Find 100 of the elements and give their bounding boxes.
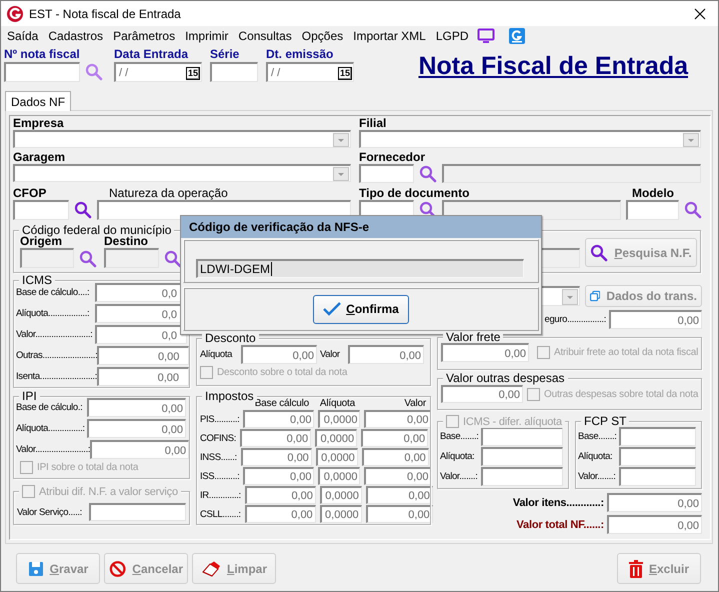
input-field[interactable]: 0,00 — [87, 398, 186, 417]
field-label: Filial — [359, 117, 388, 130]
search-icon[interactable] — [419, 164, 437, 182]
menu-item[interactable]: Importar XML — [348, 29, 431, 43]
field-label: Alíquota — [200, 349, 234, 360]
dialog-title: Código de verificação da NFS-e — [181, 216, 541, 238]
input-field[interactable] — [89, 503, 186, 521]
checkbox-label: Atribuir frete ao total da nota fiscal — [554, 347, 698, 358]
input-field[interactable]: 0,00 — [348, 345, 424, 364]
field-label: Alíquota: — [440, 451, 476, 462]
input-field[interactable]: 0,00 — [240, 429, 312, 447]
page-title: Nota Fiscal de Entrada — [418, 52, 688, 81]
input-field[interactable]: 0,0000 — [320, 505, 362, 523]
input-field[interactable]: 0,0000 — [318, 410, 360, 428]
input-field[interactable] — [442, 164, 701, 183]
search-icon[interactable] — [74, 201, 92, 219]
field-label: Origem — [20, 235, 64, 248]
input-field[interactable] — [626, 200, 679, 220]
input-field[interactable]: 0,00 — [441, 385, 523, 403]
input-field[interactable]: 0,00 — [87, 419, 186, 438]
input-field[interactable]: 0,00 — [441, 343, 529, 362]
dropdown[interactable] — [13, 130, 351, 148]
group-title: ICMS — [22, 274, 52, 286]
menu-item[interactable]: Cadastros — [43, 29, 108, 43]
input-field[interactable]: 0,00 — [90, 440, 190, 459]
input-field[interactable]: LDWI-DGEM — [196, 259, 524, 278]
search-icon[interactable] — [590, 244, 608, 262]
group-title: Código federal do município — [22, 224, 172, 236]
dropdown[interactable] — [13, 164, 351, 182]
confirm-button[interactable]: Confirma — [313, 294, 409, 324]
input-field[interactable] — [481, 467, 563, 486]
menu-item[interactable]: Parâmetros — [108, 29, 180, 43]
checkbox-label: IPI sobre o total da nota — [37, 462, 138, 473]
field-label: Natureza da operação — [109, 187, 228, 200]
input-field[interactable]: 0,00 — [240, 448, 312, 466]
field-label: ISS..........: — [200, 470, 240, 482]
total-label: Valor total NF......: — [516, 518, 604, 530]
input-field[interactable] — [210, 62, 258, 82]
calendar-icon[interactable]: 15 — [338, 66, 352, 80]
transport-data-button[interactable]: Dados do trans. — [585, 285, 702, 307]
field-label: Valor.......................: — [16, 444, 90, 455]
search-icon[interactable] — [79, 250, 97, 268]
menu-item[interactable]: Saída — [2, 29, 44, 43]
input-field[interactable]: 0,0 — [95, 325, 187, 344]
field-label: Base.......: — [578, 431, 618, 442]
input-field[interactable]: 0,00 — [607, 493, 702, 512]
field-label: Nº nota fiscal — [4, 47, 81, 62]
field-label: Empresa — [13, 117, 65, 130]
input-field[interactable]: 0,00 — [243, 410, 314, 428]
tab[interactable]: Dados NF — [5, 91, 72, 111]
input-field[interactable]: / / 15 — [114, 62, 202, 82]
input-field[interactable]: 0,00 — [609, 310, 702, 329]
input-field[interactable] — [359, 164, 414, 183]
input-field[interactable] — [619, 427, 696, 446]
monitor-icon[interactable] — [476, 28, 495, 44]
input-field[interactable] — [13, 200, 69, 220]
search-button[interactable]: Pesquisa N.F. — [585, 238, 697, 267]
input-field[interactable]: 0,00 — [97, 367, 190, 386]
input-field[interactable] — [4, 62, 80, 82]
input-field[interactable]: 0,00 — [366, 486, 433, 504]
input-field[interactable]: 0,00 — [97, 346, 190, 365]
search-icon[interactable] — [164, 250, 182, 268]
input-field[interactable]: 0,00 — [366, 505, 433, 523]
input-field[interactable]: / / 15 — [266, 62, 354, 82]
calendar-icon[interactable]: 15 — [186, 66, 200, 80]
app-logo-icon[interactable] — [508, 28, 525, 44]
input-field[interactable]: 0,0000 — [316, 448, 358, 466]
field-label: Valor.......: — [578, 471, 617, 482]
input-field[interactable] — [20, 248, 74, 268]
input-field[interactable]: 0,0000 — [315, 429, 358, 447]
input-field[interactable] — [104, 248, 159, 268]
menu-item[interactable]: Consultas — [233, 29, 297, 43]
input-field[interactable]: 0,00 — [244, 486, 316, 504]
menu-item[interactable]: Opções — [296, 29, 348, 43]
input-field[interactable] — [481, 427, 563, 446]
input-field[interactable]: 0,00 — [364, 467, 432, 485]
input-field[interactable] — [481, 447, 563, 466]
search-icon[interactable] — [684, 201, 702, 219]
field-label: Outras.......................: — [16, 350, 98, 361]
input-field[interactable]: 0,0000 — [320, 486, 362, 504]
input-field[interactable]: 0,00 — [241, 345, 317, 364]
field-label: Alíquota: — [578, 451, 614, 462]
menu-item[interactable]: Imprimir — [180, 29, 234, 43]
menu-item[interactable]: LGPD — [430, 29, 474, 43]
input-field[interactable]: 0,00 — [362, 448, 429, 466]
window-title: EST - Nota fiscal de Entrada — [29, 6, 181, 20]
input-field[interactable]: 0,00 — [607, 515, 702, 534]
group-title: Valor frete — [446, 331, 500, 343]
field-label: Tipo de documento — [359, 187, 470, 200]
close-icon[interactable] — [694, 8, 706, 20]
input-field[interactable]: 0,0000 — [318, 467, 360, 485]
dropdown[interactable] — [359, 130, 701, 148]
field-label: Valor........................: — [16, 329, 94, 340]
input-field[interactable] — [619, 447, 696, 466]
field-label: Base de cálculo.: — [16, 402, 84, 413]
input-field[interactable]: 0,00 — [361, 429, 428, 447]
input-field[interactable]: 0,00 — [244, 505, 316, 523]
input-field[interactable]: 0,00 — [243, 467, 314, 485]
input-field[interactable] — [619, 467, 696, 486]
input-field[interactable]: 0,00 — [364, 410, 432, 428]
